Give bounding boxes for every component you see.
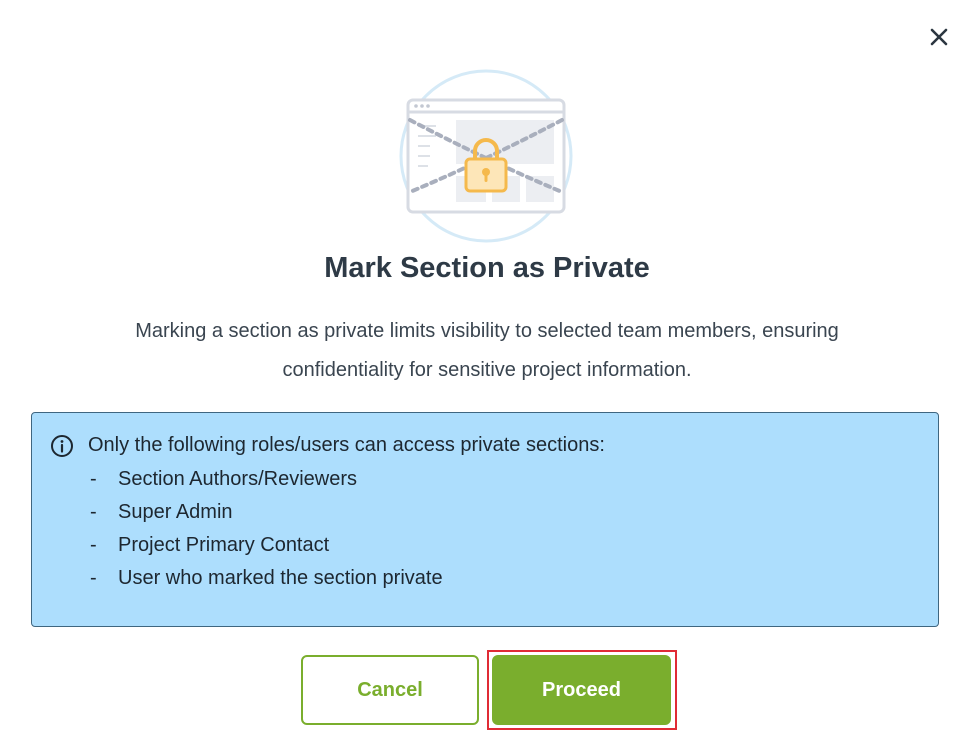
list-item: - Section Authors/Reviewers	[90, 468, 358, 490]
cancel-button[interactable]: Cancel	[301, 655, 479, 725]
list-item: - Project Primary Contact	[90, 534, 330, 556]
mark-private-dialog: Mark Section as Private Marking a sectio…	[0, 0, 974, 756]
list-item-label: Super Admin	[118, 501, 233, 523]
private-section-illustration	[396, 68, 576, 244]
list-item: - Super Admin	[90, 501, 233, 523]
info-heading: Only the following roles/users can acces…	[88, 434, 605, 456]
dialog-title: Mark Section as Private	[324, 252, 650, 284]
proceed-button[interactable]: Proceed	[492, 655, 671, 725]
dialog-description: Marking a section as private limits visi…	[135, 320, 839, 381]
close-icon	[930, 28, 948, 46]
list-item: - User who marked the section private	[90, 567, 443, 589]
access-info-box: Only the following roles/users can acces…	[31, 412, 939, 627]
list-item-label: User who marked the section private	[118, 567, 443, 589]
list-item-label: Project Primary Contact	[118, 534, 330, 556]
access-role-list: - Section Authors/Reviewers - Super Admin …	[90, 463, 443, 595]
list-item-label: Section Authors/Reviewers	[118, 468, 358, 490]
close-button[interactable]	[926, 24, 952, 50]
info-icon	[51, 435, 73, 457]
